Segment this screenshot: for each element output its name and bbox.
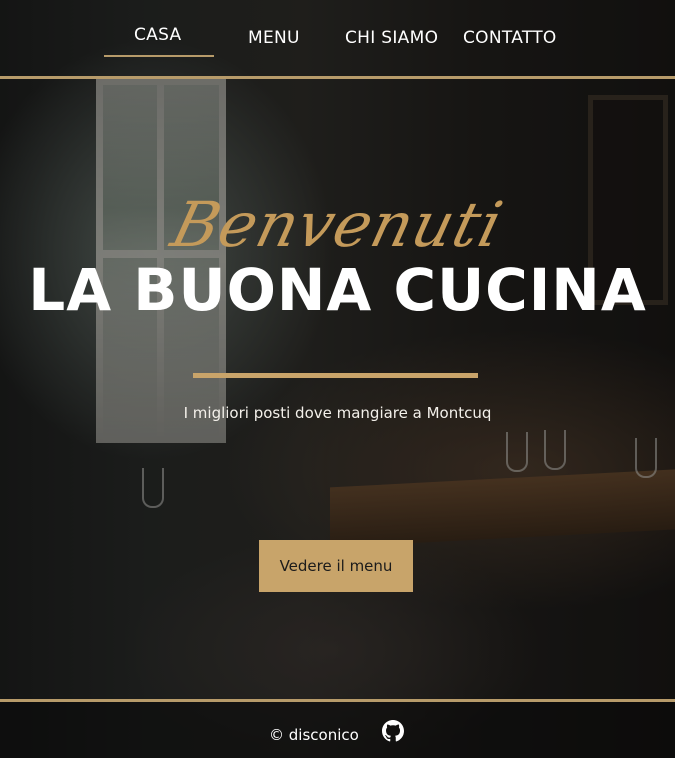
nav-about-link[interactable]: CHI SIAMO xyxy=(345,28,438,48)
dark-overlay xyxy=(0,0,675,758)
page: CASA MENU CHI SIAMO CONTATTO Benvenuti L… xyxy=(0,0,675,758)
github-icon[interactable] xyxy=(382,720,404,742)
top-navigation: CASA MENU CHI SIAMO CONTATTO xyxy=(0,0,675,80)
nav-divider xyxy=(0,76,675,79)
nav-home-link[interactable]: CASA xyxy=(134,25,181,45)
nav-active-underline xyxy=(104,55,214,57)
nav-contact-link[interactable]: CONTATTO xyxy=(463,28,557,48)
hero-subtitle: I migliori posti dove mangiare a Montcuq xyxy=(183,404,492,422)
welcome-script-title: Benvenuti xyxy=(164,188,511,261)
title-divider xyxy=(193,373,478,378)
footer: © disconico xyxy=(0,702,675,758)
copyright-link[interactable]: © disconico xyxy=(269,726,359,744)
view-menu-button[interactable]: Vedere il menu xyxy=(259,540,413,592)
nav-menu-link[interactable]: MENU xyxy=(248,28,300,48)
page-title: LA BUONA CUCINA xyxy=(28,256,647,324)
